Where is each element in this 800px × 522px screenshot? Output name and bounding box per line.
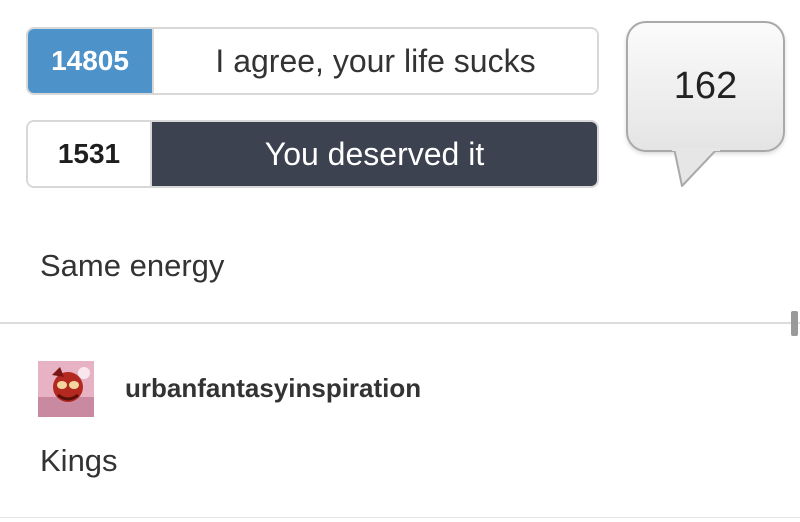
poll-option-2-count: 1531 [28,122,152,186]
reblog-username[interactable]: urbanfantasyinspiration [125,373,421,404]
bottom-divider [0,517,800,518]
poll-option-1[interactable]: 14805 I agree, your life sucks [26,27,599,95]
poll-option-2-label: You deserved it [152,122,597,186]
poll-option-1-label: I agree, your life sucks [152,29,597,93]
bubble-tail-icon [672,148,720,187]
comment-bubble-icon[interactable]: 162 [626,21,785,152]
poll-section: 14805 I agree, your life sucks 1531 You … [0,0,800,210]
avatar-image-icon [38,361,94,417]
comment-count: 162 [673,65,738,107]
post-divider [0,322,800,324]
poll-option-2[interactable]: 1531 You deserved it [26,120,599,188]
user-avatar[interactable] [38,361,94,417]
scrollbar-thumb[interactable] [791,311,798,336]
reblog-text: Kings [40,443,118,478]
post-caption: Same energy [40,248,225,283]
poll-option-1-count: 14805 [28,29,152,93]
